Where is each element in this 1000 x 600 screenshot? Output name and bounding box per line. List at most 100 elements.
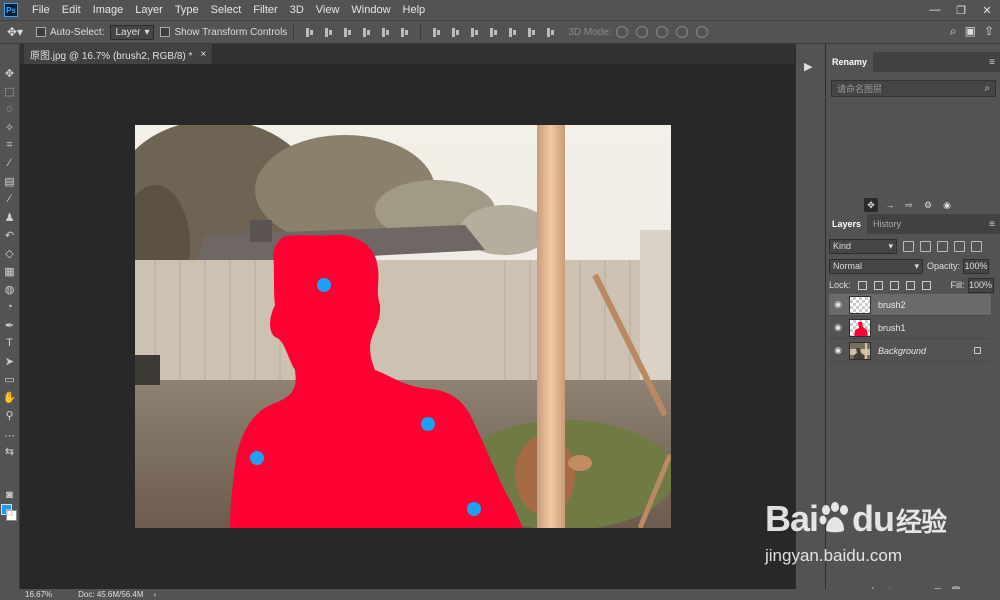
menu-file[interactable]: File [26, 4, 56, 16]
visibility-eye-icon[interactable]: ◉ [829, 322, 847, 333]
orbit-3d-icon[interactable] [615, 26, 628, 38]
pan-3d-icon[interactable] [655, 26, 668, 38]
align-right-icon[interactable] [399, 27, 410, 38]
type-filter-icon[interactable] [937, 240, 948, 252]
tab-history[interactable]: History [867, 214, 907, 234]
blur-tool-icon[interactable]: ◍ [2, 282, 17, 296]
move-tool-preset-icon[interactable]: ✥▾ [0, 25, 30, 39]
lock-pixels-icon[interactable] [873, 280, 883, 290]
tab-layers[interactable]: Layers [826, 214, 868, 234]
pixel-filter-icon[interactable] [903, 240, 914, 252]
smart-object-filter-icon[interactable] [971, 240, 982, 252]
blend-mode-dropdown[interactable]: Normal ▾ [829, 258, 923, 274]
layer-row-background[interactable]: ◉ Background [829, 340, 991, 362]
arrow-right-icon[interactable]: → [883, 198, 897, 212]
rectangle-tool-icon[interactable]: ▭ [2, 372, 17, 386]
healing-brush-tool-icon[interactable]: ▤ [2, 174, 17, 188]
roll-3d-icon[interactable] [635, 26, 648, 38]
workspace-icon[interactable]: ▣ [965, 24, 976, 39]
gradient-tool-icon[interactable]: ▦ [2, 264, 17, 278]
distribute-hcenter-icon[interactable] [507, 27, 518, 38]
play-icon[interactable]: ▶ [804, 60, 812, 73]
restore-button[interactable]: ❐ [948, 0, 974, 20]
align-hcenter-icon[interactable] [380, 27, 391, 38]
distribute-top-icon[interactable] [431, 27, 442, 38]
align-left-icon[interactable] [361, 27, 372, 38]
status-menu-arrow[interactable]: › [154, 590, 157, 599]
marquee-tool-icon[interactable]: ⬚ [2, 84, 17, 98]
menu-window[interactable]: Window [345, 4, 396, 16]
menu-image[interactable]: Image [87, 4, 130, 16]
distribute-vcenter-icon[interactable] [450, 27, 461, 38]
canvas-workspace[interactable] [20, 64, 795, 589]
slide-3d-icon[interactable] [675, 26, 688, 38]
visibility-eye-icon[interactable]: ◉ [829, 299, 847, 310]
adjustment-filter-icon[interactable] [920, 240, 931, 252]
lock-artboard-icon[interactable] [905, 280, 915, 290]
menu-layer[interactable]: Layer [129, 4, 169, 16]
brush-tool-icon[interactable]: ∕ [2, 192, 17, 206]
auto-align-icon[interactable] [545, 27, 556, 38]
hand-tool-icon[interactable]: ✋ [2, 390, 17, 404]
path-selection-tool-icon[interactable]: ➤ [2, 354, 17, 368]
menu-3d[interactable]: 3D [284, 4, 310, 16]
close-window-button[interactable]: ✕ [974, 0, 1000, 20]
zoom-level[interactable]: 16.67% [25, 590, 52, 599]
panel-menu-icon[interactable]: ≡ [989, 219, 995, 230]
eraser-tool-icon[interactable]: ◇ [2, 246, 17, 260]
type-tool-icon[interactable]: T [2, 336, 17, 350]
swap-colors-icon[interactable]: ⇆ [2, 444, 17, 458]
distribute-left-icon[interactable] [488, 27, 499, 38]
clone-stamp-tool-icon[interactable]: ♟ [2, 210, 17, 224]
share-icon[interactable]: ⇧ [984, 24, 994, 39]
panel-menu-icon[interactable]: ≡ [989, 57, 995, 68]
visibility-eye-icon[interactable]: ◉ [829, 345, 847, 356]
distribute-right-icon[interactable] [526, 27, 537, 38]
document-canvas[interactable] [135, 125, 671, 528]
shape-filter-icon[interactable] [954, 240, 965, 252]
lock-position-icon[interactable] [889, 280, 899, 290]
layer-row-brush1[interactable]: ◉ brush1 [829, 317, 991, 339]
minimize-button[interactable]: — [922, 0, 948, 20]
distribute-bottom-icon[interactable] [469, 27, 480, 38]
auto-select-target-dropdown[interactable]: Layer ▾ [110, 24, 155, 40]
quick-mask-icon[interactable]: ◙ [2, 488, 17, 502]
opacity-field[interactable]: 100% [963, 258, 990, 274]
menu-filter[interactable]: Filter [247, 4, 283, 16]
align-bottom-icon[interactable] [342, 27, 353, 38]
history-brush-tool-icon[interactable]: ↶ [2, 228, 17, 242]
show-transform-checkbox[interactable] [160, 27, 171, 37]
scale-3d-icon[interactable] [695, 26, 708, 38]
dodge-tool-icon[interactable]: ◔ [2, 300, 17, 314]
export-icon[interactable]: ⇨ [902, 198, 916, 212]
menu-edit[interactable]: Edit [56, 4, 87, 16]
screen-mode-icon[interactable]: ⧉ [2, 506, 17, 520]
lock-all-icon[interactable] [921, 280, 931, 290]
kind-filter-dropdown[interactable]: Kind ▾ [829, 238, 897, 254]
menu-help[interactable]: Help [397, 4, 432, 16]
lasso-tool-icon[interactable]: ◌ [2, 102, 17, 116]
search-icon[interactable]: ⌕ [950, 24, 957, 39]
search-icon[interactable]: ⌕ [984, 83, 990, 94]
more-tools-icon[interactable]: ⋯ [2, 428, 17, 442]
zoom-tool-icon[interactable]: ⚲ [2, 408, 17, 422]
move-tool-icon[interactable]: ✥ [2, 66, 17, 80]
crop-tool-icon[interactable]: ⌗ [2, 138, 17, 152]
settings-icon[interactable]: ⚙ [921, 198, 935, 212]
menu-select[interactable]: Select [205, 4, 248, 16]
info-icon[interactable]: ◉ [940, 198, 954, 212]
menu-type[interactable]: Type [169, 4, 205, 16]
menu-view[interactable]: View [310, 4, 346, 16]
close-tab-icon[interactable]: × [200, 49, 206, 60]
document-tab[interactable]: 原图.jpg @ 16.7% (brush2, RGB/8) * × [24, 44, 214, 64]
renamy-search-input[interactable]: 请命名图层 ⌕ [831, 80, 996, 97]
layer-row-brush2[interactable]: ◉ brush2 [829, 294, 991, 316]
move-panel-icon[interactable]: ✥ [864, 198, 878, 212]
auto-select-checkbox[interactable] [36, 27, 46, 37]
align-vcenter-icon[interactable] [323, 27, 334, 38]
eyedropper-tool-icon[interactable]: ⁄ [2, 156, 17, 170]
lock-transparent-icon[interactable] [857, 280, 867, 290]
fill-field[interactable]: 100% [967, 277, 994, 293]
align-top-icon[interactable] [304, 27, 315, 38]
magic-wand-tool-icon[interactable]: ✧ [2, 120, 17, 134]
